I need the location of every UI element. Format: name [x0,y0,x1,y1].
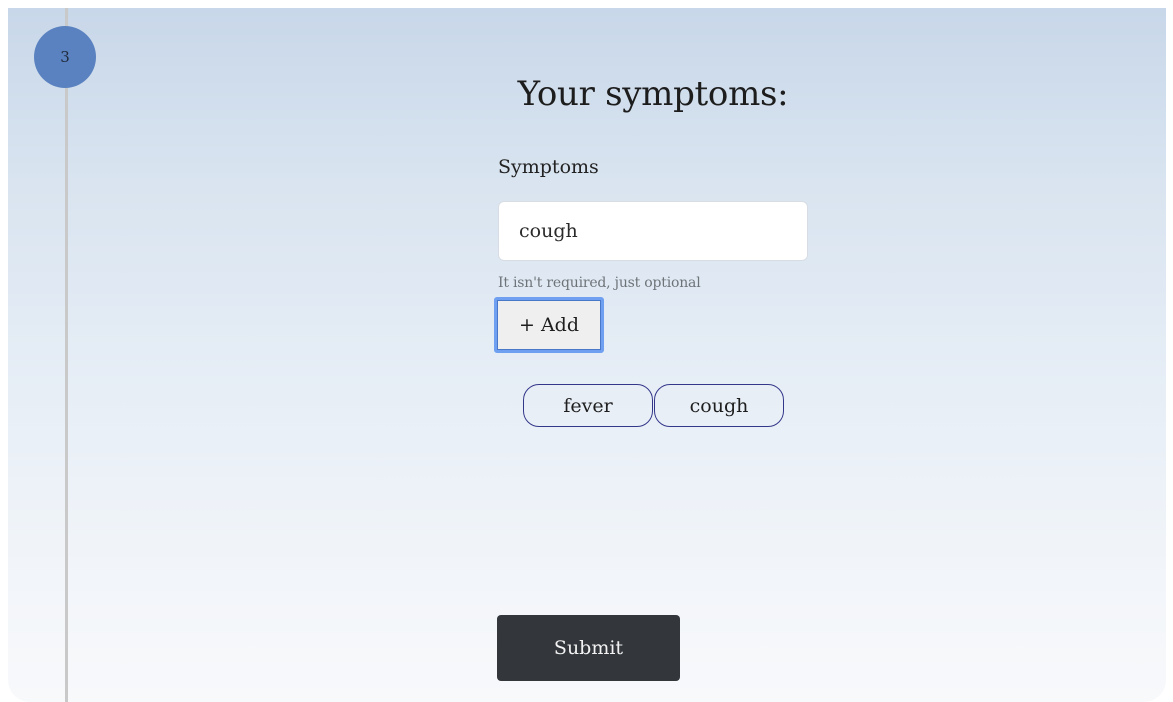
symptom-tag-fever[interactable]: fever [523,384,653,427]
page-title: Your symptoms: [517,74,789,114]
symptom-tag-list: fever cough [523,384,784,427]
submit-button[interactable]: Submit [497,615,680,681]
step-number: 3 [60,48,70,66]
form-panel: 3 Your symptoms: Symptoms It isn't requi… [8,8,1166,702]
optional-hint: It isn't required, just optional [498,275,701,291]
symptoms-label: Symptoms [498,156,599,178]
add-symptom-button[interactable]: + Add [494,297,604,353]
symptoms-input[interactable] [498,201,808,261]
timeline-line [65,8,68,702]
symptom-tag-cough[interactable]: cough [654,384,784,427]
step-number-badge: 3 [34,26,96,88]
